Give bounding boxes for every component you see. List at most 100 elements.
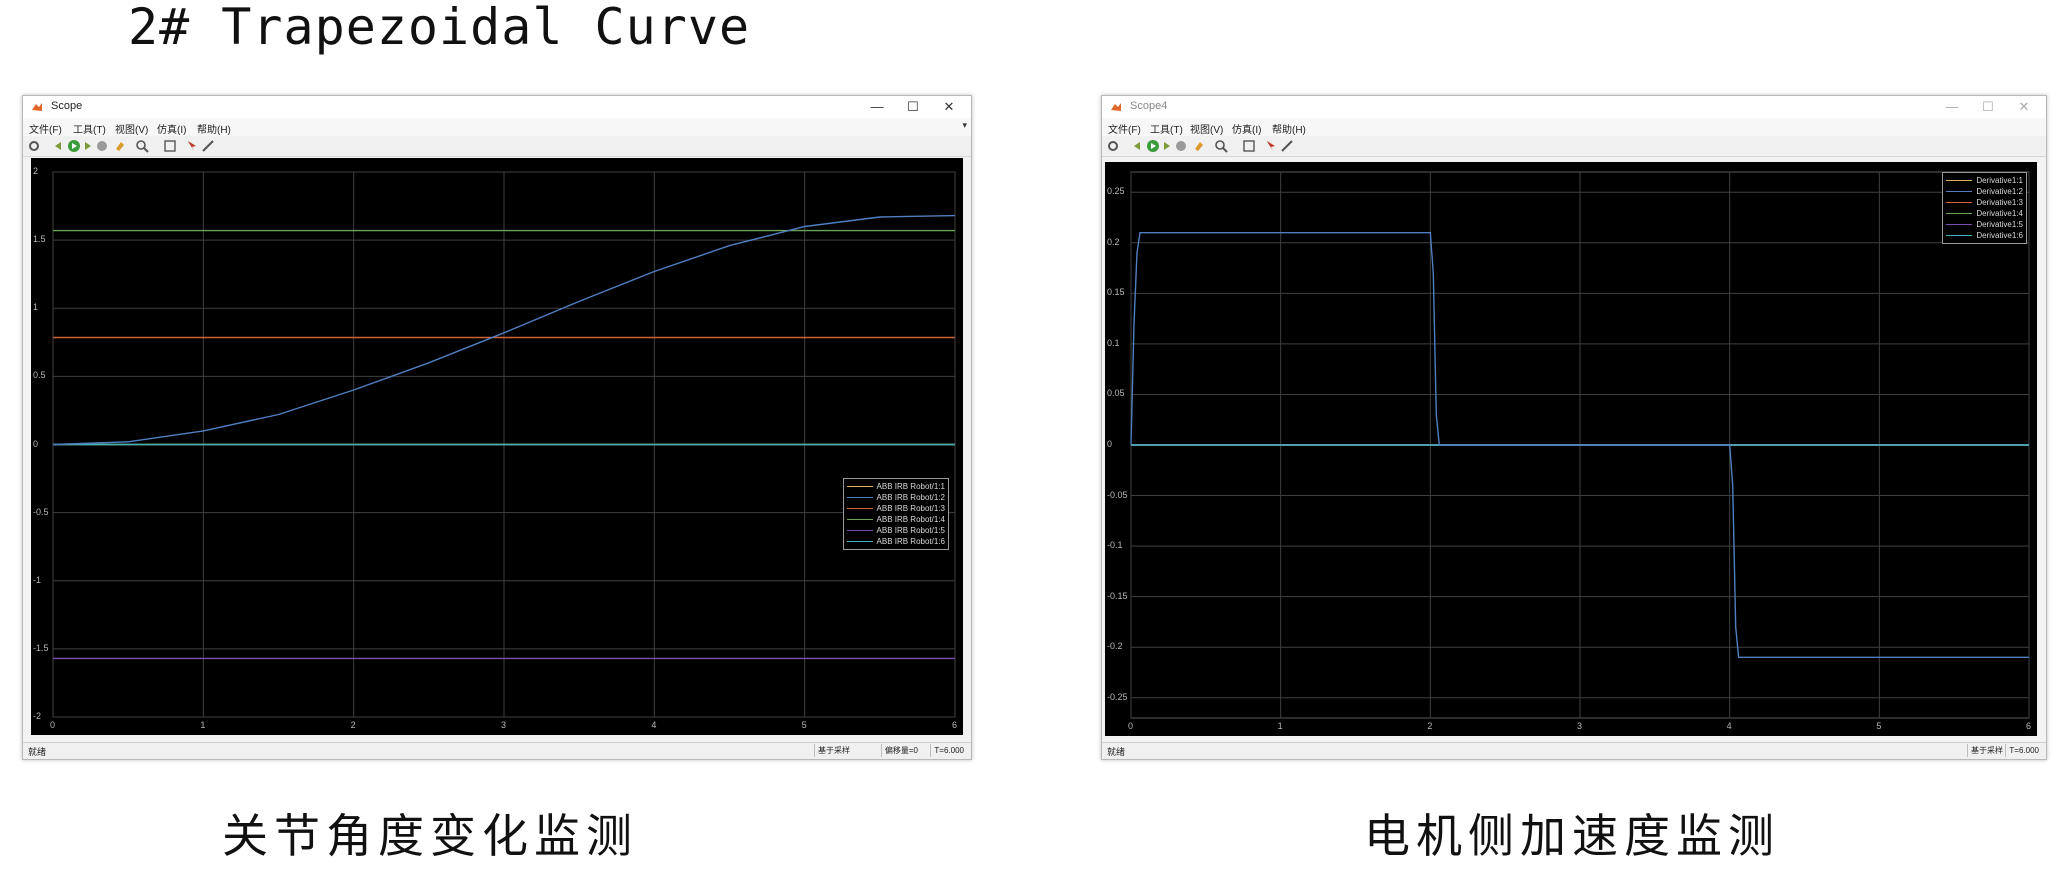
window-titlebar[interactable]: Scope — ☐ ✕ xyxy=(23,96,971,118)
x-tick-label: 0 xyxy=(50,720,56,730)
stop-icon[interactable] xyxy=(1174,139,1188,153)
y-tick-label: -1.5 xyxy=(33,642,49,653)
menubar: 文件(F) 工具(T) 视图(V) 仿真(I) 帮助(H) xyxy=(1102,118,2046,136)
y-tick-label: -0.05 xyxy=(1107,489,1128,500)
close-button[interactable]: ✕ xyxy=(931,96,967,118)
legend-entry[interactable]: Derivative1:6 xyxy=(1946,230,2023,241)
legend-swatch xyxy=(846,497,873,498)
x-tick-label: 1 xyxy=(200,720,206,730)
window-title: Scope4 xyxy=(1130,100,1168,112)
chart-svg xyxy=(1130,171,2030,719)
cursor-icon[interactable] xyxy=(1264,139,1278,153)
legend-label: Derivative1:4 xyxy=(1976,209,2023,218)
legend-entry[interactable]: ABB IRB Robot/1:4 xyxy=(846,514,945,525)
menu-overflow-icon[interactable]: ▾ xyxy=(962,120,967,131)
legend-entry[interactable]: ABB IRB Robot/1:5 xyxy=(846,525,945,536)
legend-entry[interactable]: ABB IRB Robot/1:6 xyxy=(846,536,945,547)
menu-view[interactable]: 视图(V) xyxy=(1190,121,1223,136)
x-tick-label: 6 xyxy=(2026,721,2032,731)
settings-icon[interactable] xyxy=(27,139,41,153)
status-text: 就绪 xyxy=(28,747,47,757)
step-forward-icon[interactable] xyxy=(81,139,95,153)
highlight-icon[interactable] xyxy=(113,139,127,153)
legend-label: Derivative1:2 xyxy=(1976,187,2023,196)
y-tick-label: 2 xyxy=(33,166,39,176)
status-offset: 偏移量=0 xyxy=(880,744,921,757)
menu-view[interactable]: 视图(V) xyxy=(115,121,148,136)
plot-area[interactable]: ABB IRB Robot/1:1 ABB IRB Robot/1:2 ABB IR… xyxy=(31,158,963,735)
window-titlebar[interactable]: Scope4 — ☐ ✕ xyxy=(1102,96,2046,118)
menu-tools[interactable]: 工具(T) xyxy=(73,121,106,136)
y-tick-label: -1 xyxy=(33,574,42,585)
highlight-icon[interactable] xyxy=(1192,139,1206,153)
matlab-logo-icon xyxy=(32,103,42,111)
minimize-button[interactable]: — xyxy=(1934,96,1970,118)
run-icon[interactable] xyxy=(67,139,81,153)
legend-swatch xyxy=(1946,180,1973,181)
legend[interactable]: Derivative1:1 Derivative1:2 Derivative1:3 D… xyxy=(1942,172,2027,244)
x-tick-label: 6 xyxy=(952,720,958,730)
menu-file[interactable]: 文件(F) xyxy=(29,121,62,136)
stop-icon[interactable] xyxy=(95,139,109,153)
legend[interactable]: ABB IRB Robot/1:1 ABB IRB Robot/1:2 ABB IR… xyxy=(842,478,949,550)
menu-simulation[interactable]: 仿真(I) xyxy=(1232,121,1261,136)
close-button[interactable]: ✕ xyxy=(2006,96,2042,118)
style-icon[interactable] xyxy=(201,139,215,153)
menu-tools[interactable]: 工具(T) xyxy=(1150,121,1183,136)
legend-entry[interactable]: Derivative1:1 xyxy=(1946,175,2023,186)
maximize-button[interactable]: ☐ xyxy=(1970,96,2006,118)
y-tick-label: 0.05 xyxy=(1107,388,1125,399)
step-forward-icon[interactable] xyxy=(1160,139,1174,153)
y-tick-label: -0.1 xyxy=(1107,540,1123,551)
zoom-icon[interactable] xyxy=(135,139,149,153)
legend-swatch xyxy=(846,519,873,520)
legend-swatch xyxy=(846,486,873,487)
menu-file[interactable]: 文件(F) xyxy=(1108,121,1141,136)
legend-label: ABB IRB Robot/1:1 xyxy=(876,482,945,491)
x-tick-label: 2 xyxy=(350,720,356,730)
legend-label: ABB IRB Robot/1:4 xyxy=(876,515,945,524)
legend-entry[interactable]: ABB IRB Robot/1:2 xyxy=(846,492,945,503)
legend-entry[interactable]: Derivative1:4 xyxy=(1946,208,2023,219)
legend-entry[interactable]: Derivative1:5 xyxy=(1946,219,2023,230)
maximize-button[interactable]: ☐ xyxy=(895,96,931,118)
legend-label: Derivative1:5 xyxy=(1976,220,2023,229)
x-tick-label: 4 xyxy=(651,720,657,730)
fit-icon[interactable] xyxy=(163,139,177,153)
fit-icon[interactable] xyxy=(1242,139,1256,153)
y-tick-label: 0.1 xyxy=(1107,337,1120,348)
y-tick-label: 0.2 xyxy=(1107,236,1120,247)
menu-help[interactable]: 帮助(H) xyxy=(1272,121,1306,136)
y-tick-label: -2 xyxy=(33,711,42,721)
step-back-icon[interactable] xyxy=(1130,139,1144,153)
minimize-button[interactable]: — xyxy=(859,96,895,118)
scope4-window[interactable]: Scope4 — ☐ ✕ 文件(F) 工具(T) 视图(V) 仿真(I) 帮助(… xyxy=(1101,95,2047,760)
zoom-icon[interactable] xyxy=(1214,139,1228,153)
legend-entry[interactable]: ABB IRB Robot/1:1 xyxy=(846,481,945,492)
status-time: T=6.000 xyxy=(930,744,967,757)
x-tick-label: 3 xyxy=(1577,721,1583,731)
y-tick-label: -0.25 xyxy=(1107,691,1128,702)
legend-entry[interactable]: ABB IRB Robot/1:3 xyxy=(846,503,945,514)
y-tick-label: 0.5 xyxy=(33,370,46,381)
legend-entry[interactable]: Derivative1:3 xyxy=(1946,197,2023,208)
run-icon[interactable] xyxy=(1146,139,1160,153)
step-back-icon[interactable] xyxy=(51,139,65,153)
cursor-icon[interactable] xyxy=(185,139,199,153)
scope-window[interactable]: Scope — ☐ ✕ 文件(F) 工具(T) 视图(V) 仿真(I) 帮助(H… xyxy=(22,95,972,760)
legend-swatch xyxy=(846,530,873,531)
window-title: Scope xyxy=(51,100,83,112)
style-icon[interactable] xyxy=(1280,139,1294,153)
legend-label: Derivative1:1 xyxy=(1976,176,2023,185)
y-tick-label: -0.5 xyxy=(33,506,49,517)
legend-label: ABB IRB Robot/1:6 xyxy=(876,537,945,546)
plot-area[interactable]: Derivative1:1 Derivative1:2 Derivative1:3 D… xyxy=(1105,162,2037,736)
legend-label: Derivative1:3 xyxy=(1976,198,2023,207)
legend-entry[interactable]: Derivative1:2 xyxy=(1946,186,2023,197)
settings-icon[interactable] xyxy=(1106,139,1120,153)
legend-swatch xyxy=(1946,213,1973,214)
menu-simulation[interactable]: 仿真(I) xyxy=(157,121,186,136)
legend-swatch xyxy=(1946,202,1973,203)
toolbar xyxy=(1102,136,2046,157)
menu-help[interactable]: 帮助(H) xyxy=(197,121,231,136)
